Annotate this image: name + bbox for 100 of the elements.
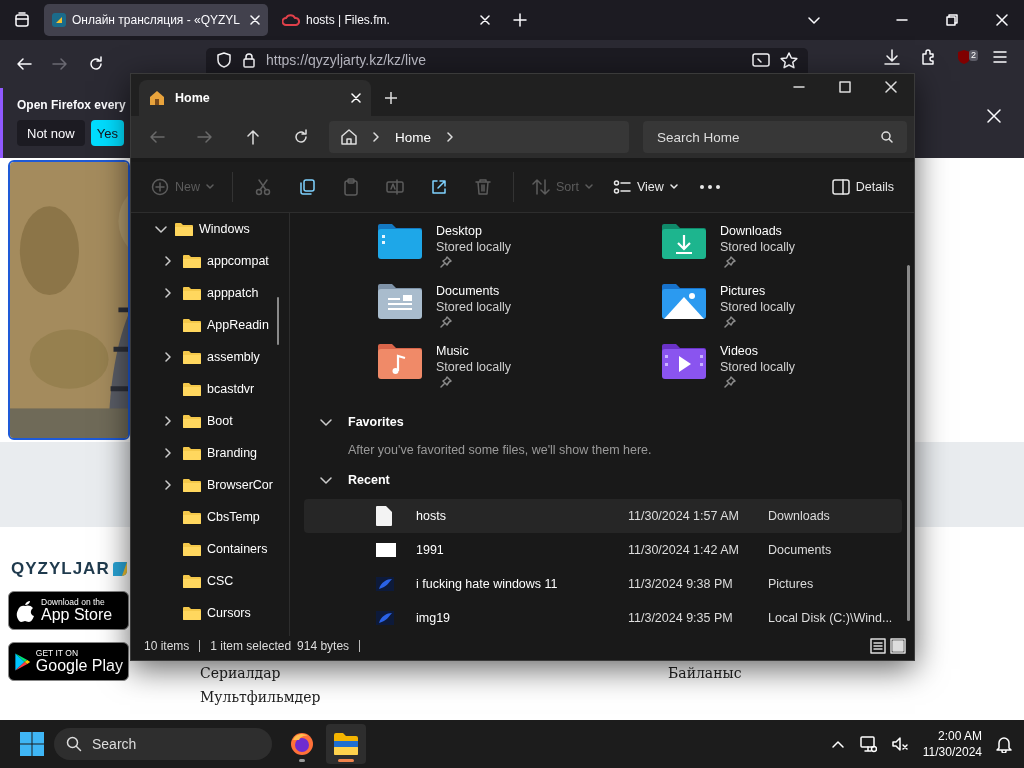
dismiss-button[interactable]: Not now (17, 120, 85, 146)
logo-mark-icon (112, 562, 127, 576)
tree-item[interactable]: Boot (131, 405, 289, 437)
folder-icon (334, 733, 358, 755)
count-badge: 2 (969, 50, 978, 61)
search-icon (66, 736, 82, 752)
quick-access-item[interactable]: Downloads Stored locally (662, 219, 902, 279)
up-arrow-icon (245, 129, 261, 145)
picture-in-picture-icon[interactable] (752, 52, 770, 68)
taskbar-app-button[interactable] (326, 724, 366, 764)
pin-icon (724, 376, 736, 388)
clipboard-icon (342, 178, 360, 196)
notification-message: Open Firefox every (17, 98, 127, 112)
pin-icon (440, 256, 452, 268)
tree-item[interactable]: Windows (131, 213, 289, 245)
footer-link[interactable]: Байланыс (668, 665, 742, 681)
tree-item[interactable]: apppatch (131, 277, 289, 309)
tree-item[interactable]: Cursors (131, 597, 289, 629)
chevron-down-icon (808, 14, 820, 26)
tree-item[interactable]: assembly (131, 341, 289, 373)
home-icon (341, 129, 357, 145)
recent-file-row[interactable]: img19 11/3/2024 9:35 PM Local Disk (C:)\Wind... (304, 601, 902, 635)
tree-item[interactable]: appcompat (131, 245, 289, 277)
footer-link[interactable]: Мультфильмдер (200, 689, 668, 705)
rename-icon (386, 178, 404, 196)
extension-button[interactable]: 2 (948, 48, 980, 73)
folder-icon (183, 350, 201, 364)
pin-icon (724, 256, 736, 268)
details-view-icon[interactable] (870, 638, 886, 654)
bell-icon[interactable] (996, 735, 1012, 753)
shield-extension-icon (956, 49, 972, 65)
pin-icon (440, 316, 452, 328)
dropdown-caret-icon (206, 184, 214, 190)
view-button[interactable]: View (604, 169, 686, 205)
file-icon (376, 506, 392, 526)
plus-circle-icon (151, 178, 169, 196)
tree-item[interactable]: CbsTemp (131, 501, 289, 533)
collapse-chevron-icon (320, 474, 332, 486)
site-logo: QYZYLJAR (11, 559, 110, 579)
footer-link[interactable]: Сериалдар (200, 665, 668, 681)
quick-access-item[interactable]: Documents Stored locally (378, 279, 662, 339)
start-button[interactable] (20, 732, 44, 756)
pin-icon (724, 316, 736, 328)
tree-item[interactable]: bcastdvr (131, 373, 289, 405)
close-icon[interactable] (351, 93, 361, 103)
recent-file-row[interactable]: 1991 11/30/2024 1:42 AM Documents (304, 533, 902, 567)
close-icon[interactable] (250, 15, 260, 25)
plus-icon (513, 13, 527, 27)
star-icon[interactable] (780, 52, 798, 70)
tree-item[interactable]: Containers (131, 533, 289, 565)
search-field[interactable]: Search Home (643, 121, 907, 153)
copy-icon (298, 178, 316, 196)
tree-item[interactable]: AppReadin (131, 309, 289, 341)
clock[interactable]: 2:00 AM 11/30/2024 (922, 728, 982, 760)
selection-size: 914 bytes (297, 639, 350, 653)
download-folder-icon (662, 223, 706, 259)
tree-item[interactable]: Branding (131, 437, 289, 469)
chevron-right-icon (445, 132, 455, 142)
details-pane-icon (831, 179, 850, 195)
image-thumbnail-icon (376, 577, 394, 591)
search-field[interactable]: Search (54, 728, 272, 760)
quick-access-item[interactable]: Desktop Stored locally (378, 219, 662, 279)
tiles-view-icon[interactable] (890, 638, 906, 654)
browser-tab[interactable]: hosts | Files.fm. (274, 4, 498, 36)
breadcrumb-item[interactable]: Home (395, 129, 431, 145)
recent-file-row[interactable]: hosts 11/30/2024 1:57 AM Downloads (304, 499, 902, 533)
music-folder-icon (378, 343, 422, 379)
recent-file-row[interactable]: i fucking hate windows 11 11/3/2024 9:38 PM Pictures (304, 567, 902, 601)
browser-tab[interactable]: Онлайн трансляция - «QYZYL (44, 4, 268, 36)
close-icon[interactable] (480, 15, 490, 25)
download-icon (884, 49, 900, 65)
menu-icon (992, 49, 1008, 65)
back-arrow-icon (149, 129, 165, 145)
confirm-button[interactable]: Yes (90, 120, 124, 146)
folder-icon (183, 286, 201, 300)
folder-icon (183, 446, 201, 460)
shield-icon (216, 52, 232, 68)
section-header[interactable]: Favorites (348, 415, 404, 429)
chevron-right-icon (163, 288, 173, 298)
network-icon[interactable] (858, 735, 877, 753)
quick-access-item[interactable]: Videos Stored locally (662, 339, 902, 399)
address-bar[interactable]: Home (329, 121, 629, 153)
muted-speaker-icon[interactable] (890, 735, 909, 753)
empty-message: After you've favorited some files, we'll show them here. (347, 443, 653, 457)
item-count: 10 items (144, 639, 190, 653)
explorer-tab[interactable]: Home (139, 80, 371, 116)
tree-item[interactable]: CSC (131, 565, 289, 597)
chevron-right-icon (163, 256, 173, 266)
tree-item[interactable]: BrowserCor (131, 469, 289, 501)
pictures-folder-icon (662, 283, 706, 319)
app-store-badge[interactable]: Download on the App Store (8, 591, 129, 630)
details-button[interactable]: Details (823, 169, 902, 205)
quick-access-item[interactable]: Music Stored locally (378, 339, 662, 399)
collapse-chevron-icon (320, 416, 332, 428)
address-bar[interactable]: https://qyzyljarty.kz/kz/live (206, 48, 808, 73)
section-header[interactable]: Recent (348, 473, 390, 487)
quick-access-item[interactable]: Pictures Stored locally (662, 279, 902, 339)
google-play-badge[interactable]: GET IT ON Google Play (8, 642, 129, 681)
list-view-icon (612, 178, 631, 196)
image-thumbnail-icon (376, 543, 396, 557)
